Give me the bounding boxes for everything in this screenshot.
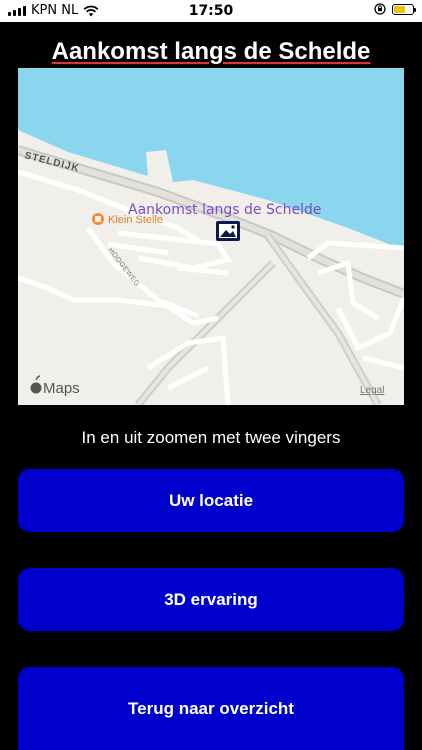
water-area xyxy=(18,68,404,250)
battery-icon xyxy=(392,3,416,15)
status-right xyxy=(374,3,416,15)
status-bar: KPN NL 17:50 xyxy=(0,0,422,22)
photo-pin-icon[interactable] xyxy=(216,221,240,241)
street-label-steldijk: STELDIJK xyxy=(23,150,80,174)
back-to-overview-button[interactable]: Terug naar overzicht xyxy=(18,667,404,750)
map-canvas: STELDIJK HOOGEWEG Klein Stelle Aankomst … xyxy=(18,68,404,405)
3d-experience-button[interactable]: 3D ervaring xyxy=(18,568,404,631)
page-title: Aankomst langs de Schelde xyxy=(51,38,371,65)
apple-logo-icon xyxy=(30,375,42,394)
map-view[interactable]: STELDIJK HOOGEWEG Klein Stelle Aankomst … xyxy=(18,68,404,405)
location-button[interactable]: Uw locatie xyxy=(18,469,404,532)
orientation-lock-icon xyxy=(374,3,386,15)
street-label-hoogeweg: HOOGEWEG xyxy=(106,247,140,288)
maps-brand: Maps xyxy=(43,380,80,397)
status-time: 17:50 xyxy=(188,3,234,19)
pin-label[interactable]: Aankomst langs de Schelde xyxy=(128,202,321,218)
zoom-hint: In en uit zoomen met twee vingers xyxy=(81,428,341,447)
legal-link[interactable]: Legal xyxy=(360,385,384,396)
